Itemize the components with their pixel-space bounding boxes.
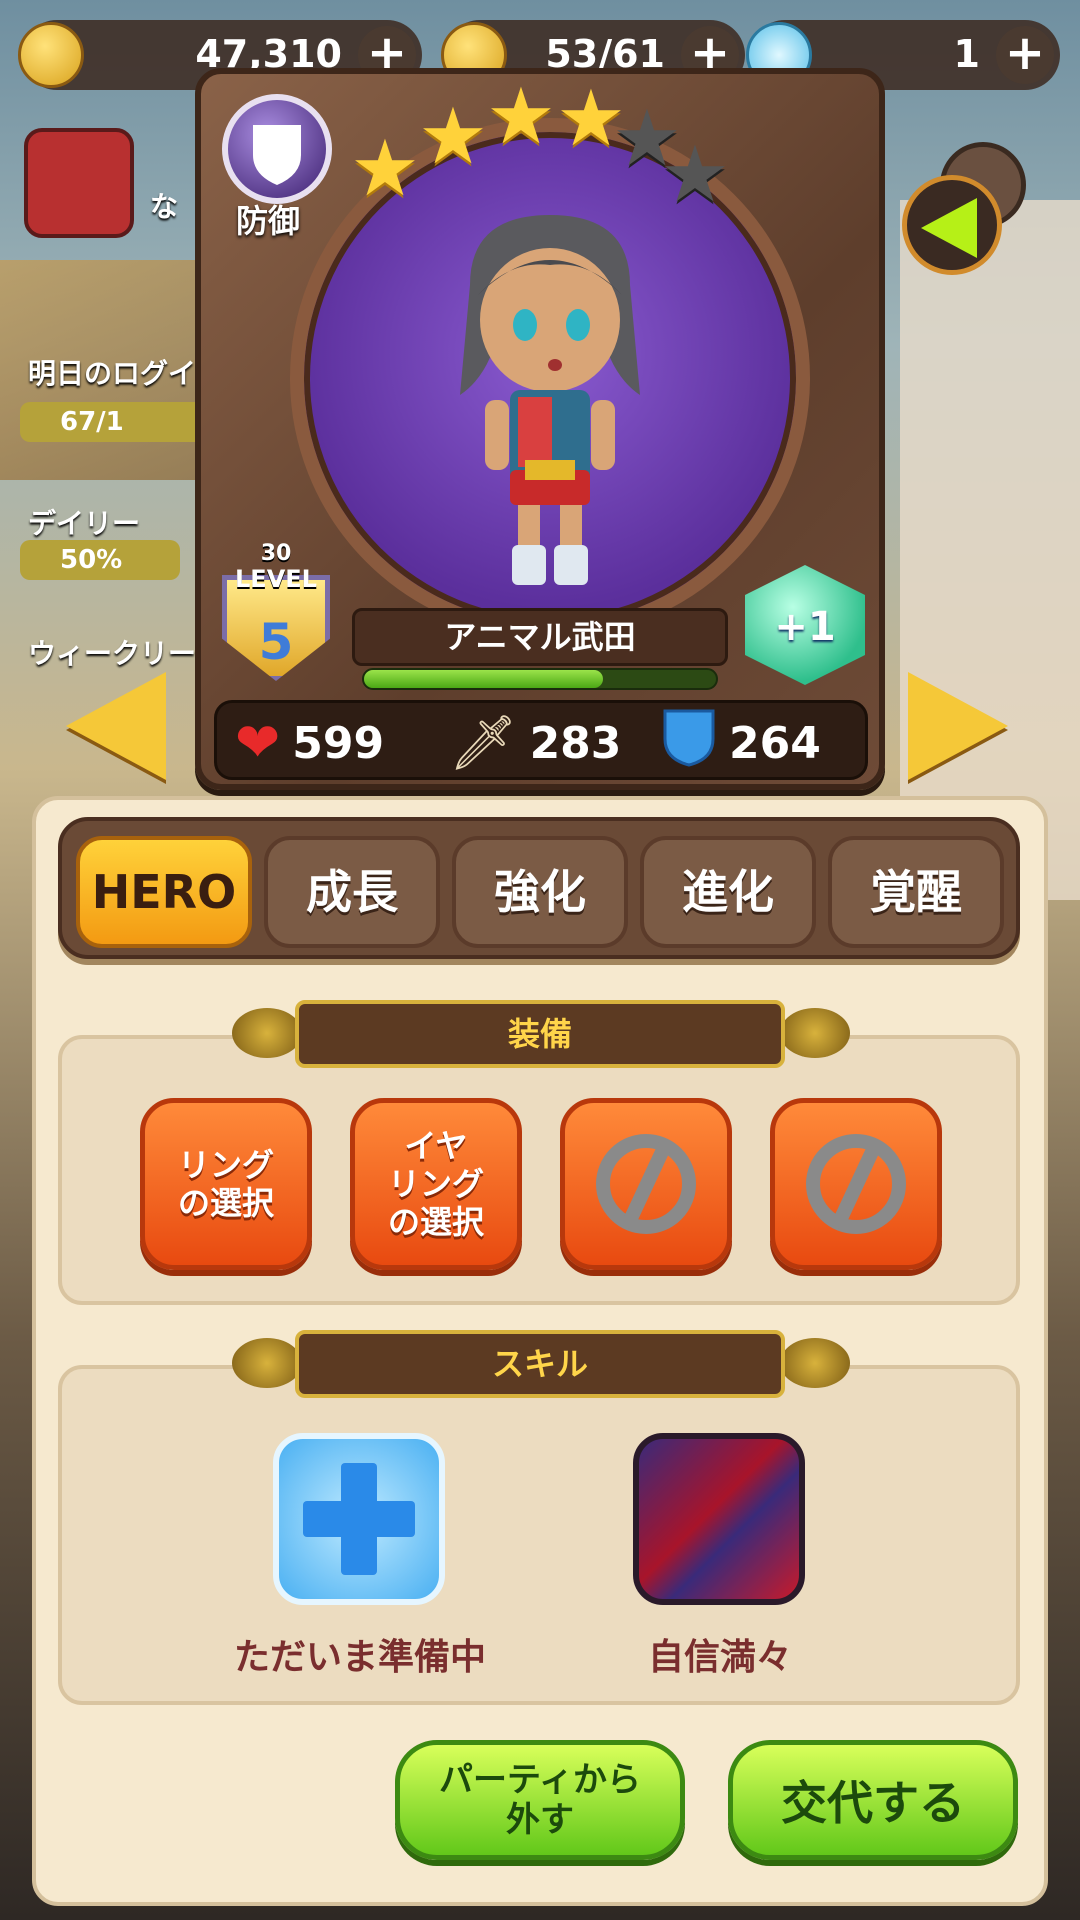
gem-value: 1 <box>953 32 980 76</box>
level-value: 5 <box>258 613 294 671</box>
tab-bar: HERO 成長 強化 進化 覚醒 <box>58 817 1020 959</box>
attack-value: 283 <box>529 717 622 769</box>
login-bonus-label: 明日のログイ <box>28 357 197 390</box>
hp-value: 599 <box>292 717 385 769</box>
defense-role-icon <box>222 94 332 204</box>
coin-icon <box>18 22 84 88</box>
shield-icon <box>661 707 717 779</box>
swap-button[interactable]: 交代する <box>728 1740 1018 1860</box>
level-cap: 30 <box>260 541 292 566</box>
star-icon-filled: ★ <box>486 72 556 162</box>
stat-bar: ❤ 599 🗡 283 264 <box>214 700 868 780</box>
tab-growth[interactable]: 成長 <box>264 836 440 948</box>
exp-bar-fill <box>364 670 604 688</box>
level-badge: 30 LEVEL 5 <box>212 541 342 681</box>
star-icon-filled: ★ <box>418 92 488 182</box>
player-name: な <box>150 190 179 223</box>
star-rating: ★ ★ ★ ★ ★ ★ <box>350 70 730 214</box>
daily-progress: 50% <box>20 540 180 580</box>
locked-slot-3 <box>560 1098 732 1270</box>
login-progress: 67/1 <box>20 402 210 442</box>
attack-stat: 🗡 283 <box>449 711 621 775</box>
back-arrow-icon <box>921 198 977 258</box>
background-building <box>900 200 1080 900</box>
plus-gem-label: +1 <box>774 604 836 650</box>
next-hero-arrow-icon[interactable] <box>908 672 1008 780</box>
skill2-label: 自信満々 <box>647 1637 792 1678</box>
role-label: 防御 <box>236 202 301 240</box>
tab-hero[interactable]: HERO <box>76 836 252 948</box>
ornament-right-icon <box>780 1338 850 1388</box>
remove-from-party-button[interactable]: パーティから 外す <box>395 1740 685 1860</box>
tab-awaken[interactable]: 覚醒 <box>828 836 1004 948</box>
defense-stat: 264 <box>661 709 821 775</box>
daily-label: デイリー <box>28 507 141 540</box>
ornament-left-icon <box>232 1008 302 1058</box>
tab-evolve[interactable]: 進化 <box>640 836 816 948</box>
earring-select-button[interactable]: イヤ リング の選択 <box>350 1098 522 1270</box>
add-gems-button[interactable]: + <box>996 26 1054 84</box>
back-button[interactable] <box>902 175 1002 275</box>
cross-bar-v <box>341 1463 377 1575</box>
level-word: LEVEL <box>235 565 317 593</box>
locked-slot-4 <box>770 1098 942 1270</box>
locked-icon <box>806 1134 906 1234</box>
heart-icon: ❤ <box>235 711 281 774</box>
ring-select-button[interactable]: リング の選択 <box>140 1098 312 1270</box>
tab-enhance[interactable]: 強化 <box>452 836 628 948</box>
skill1-label: ただいま準備中 <box>233 1637 486 1678</box>
equipment-title: 装備 <box>295 1000 785 1068</box>
skill-healing-icon[interactable] <box>273 1433 445 1605</box>
previous-hero-arrow-icon[interactable] <box>66 672 166 780</box>
star-icon-filled: ★ <box>350 124 420 214</box>
ornament-left-icon <box>232 1338 302 1388</box>
exp-bar <box>362 668 718 690</box>
weekly-label: ウィークリー <box>28 637 197 670</box>
skill-confidence-icon[interactable] <box>633 1433 805 1605</box>
hero-name: アニマル武田 <box>352 608 728 666</box>
hero-character-image <box>460 215 640 585</box>
locked-icon <box>596 1134 696 1234</box>
hp-stat: ❤ 599 <box>235 711 384 775</box>
star-icon-empty: ★ <box>660 130 730 220</box>
defense-value: 264 <box>729 717 821 769</box>
ornament-right-icon <box>780 1008 850 1058</box>
skills-title: スキル <box>295 1330 785 1398</box>
sword-icon: 🗡 <box>449 711 518 774</box>
player-avatar[interactable] <box>24 128 134 238</box>
